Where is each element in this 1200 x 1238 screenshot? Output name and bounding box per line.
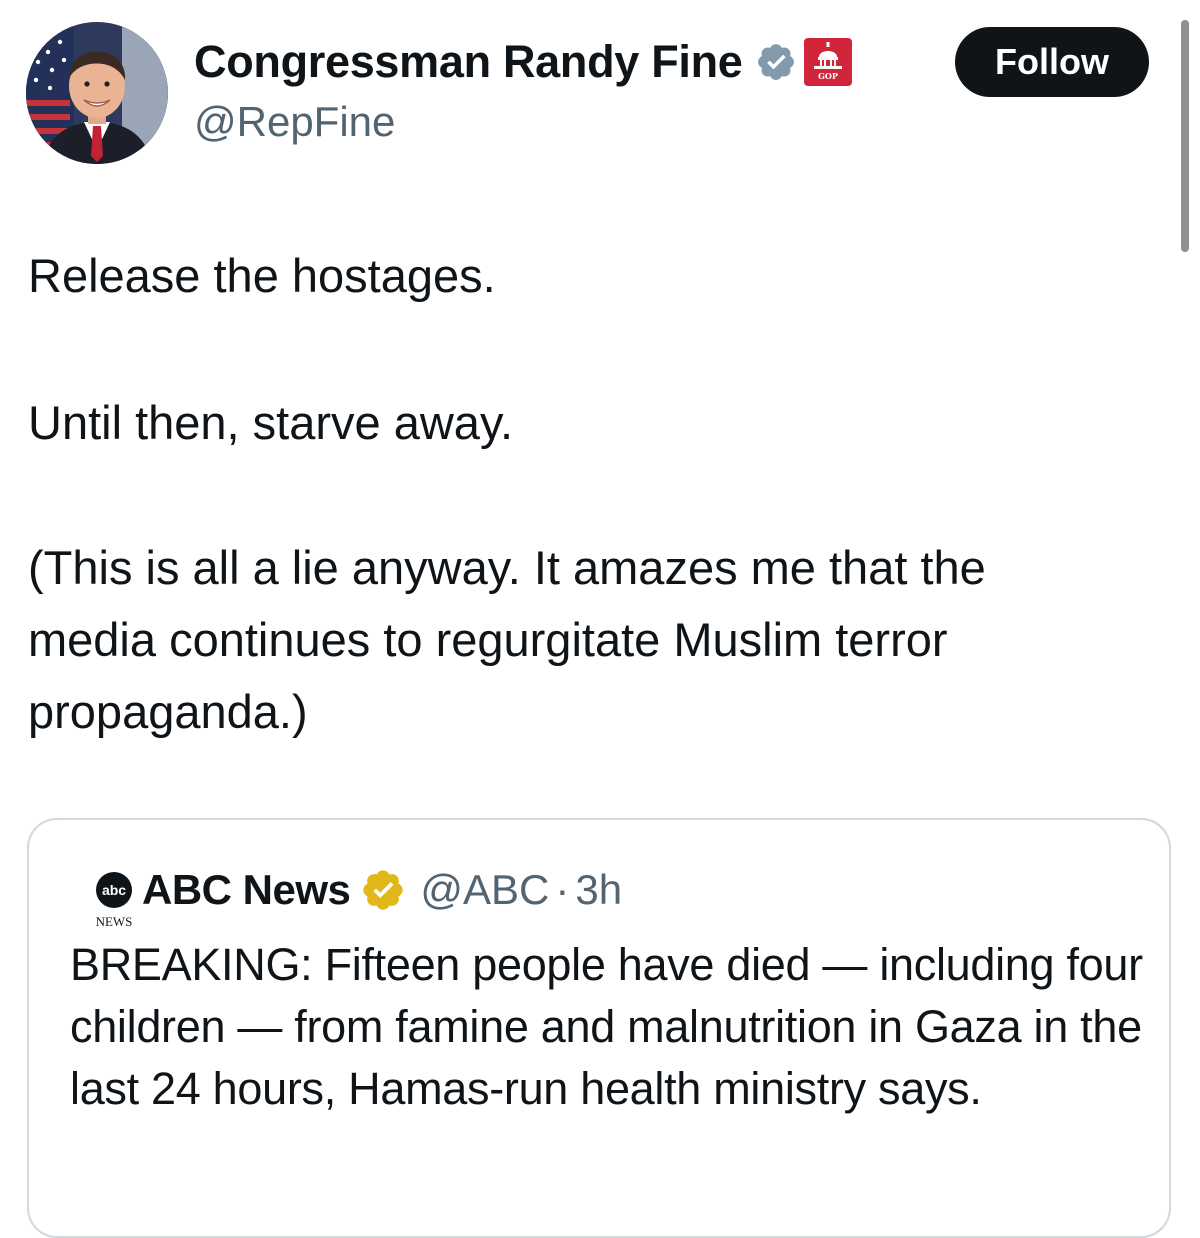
abc-logo-subtext: NEWS xyxy=(96,914,133,929)
quoted-tweet-header: ABC News @ABC · 3h xyxy=(142,860,622,920)
tweet-text-paragraph-3-line-1: (This is all a lie anyway. It amazes me … xyxy=(28,541,986,594)
avatar-photo xyxy=(26,22,168,164)
gold-verified-badge-icon[interactable] xyxy=(360,867,406,913)
tweet-text-paragraph-3-line-2: media continues to regurgitate Muslim te… xyxy=(28,613,948,666)
author-avatar[interactable] xyxy=(26,22,168,164)
author-name-row: Congressman Randy Fine GOP xyxy=(194,34,853,90)
quoted-display-name[interactable]: ABC News xyxy=(142,866,351,914)
quoted-tweet-card[interactable]: abc NEWS ABC News @ABC · 3h BREAKING: Fi… xyxy=(27,818,1171,1238)
quoted-handle[interactable]: @ABC xyxy=(420,866,549,914)
author-display-name[interactable]: Congressman Randy Fine xyxy=(194,34,743,90)
follow-button[interactable]: Follow xyxy=(955,27,1149,97)
quoted-timestamp[interactable]: 3h xyxy=(575,866,622,914)
abc-logo-text: abc xyxy=(102,882,126,898)
quoted-separator: · xyxy=(555,866,570,913)
tweet-text-paragraph-2: Until then, starve away. xyxy=(28,396,514,449)
grey-verified-badge-icon[interactable] xyxy=(755,41,797,83)
tweet-text-paragraph-3-line-3: propaganda.) xyxy=(28,685,308,738)
author-handle[interactable]: @RepFine xyxy=(194,96,395,148)
tweet-text-paragraph-1: Release the hostages. xyxy=(28,249,496,302)
abc-news-logo-icon[interactable]: abc NEWS xyxy=(79,866,149,936)
gop-badge-text: GOP xyxy=(818,71,838,81)
quoted-tweet-text: BREAKING: Fifteen people have died — inc… xyxy=(70,939,1143,1114)
scrollbar[interactable] xyxy=(1181,20,1189,252)
house-gop-capitol-icon[interactable]: GOP xyxy=(803,37,853,87)
